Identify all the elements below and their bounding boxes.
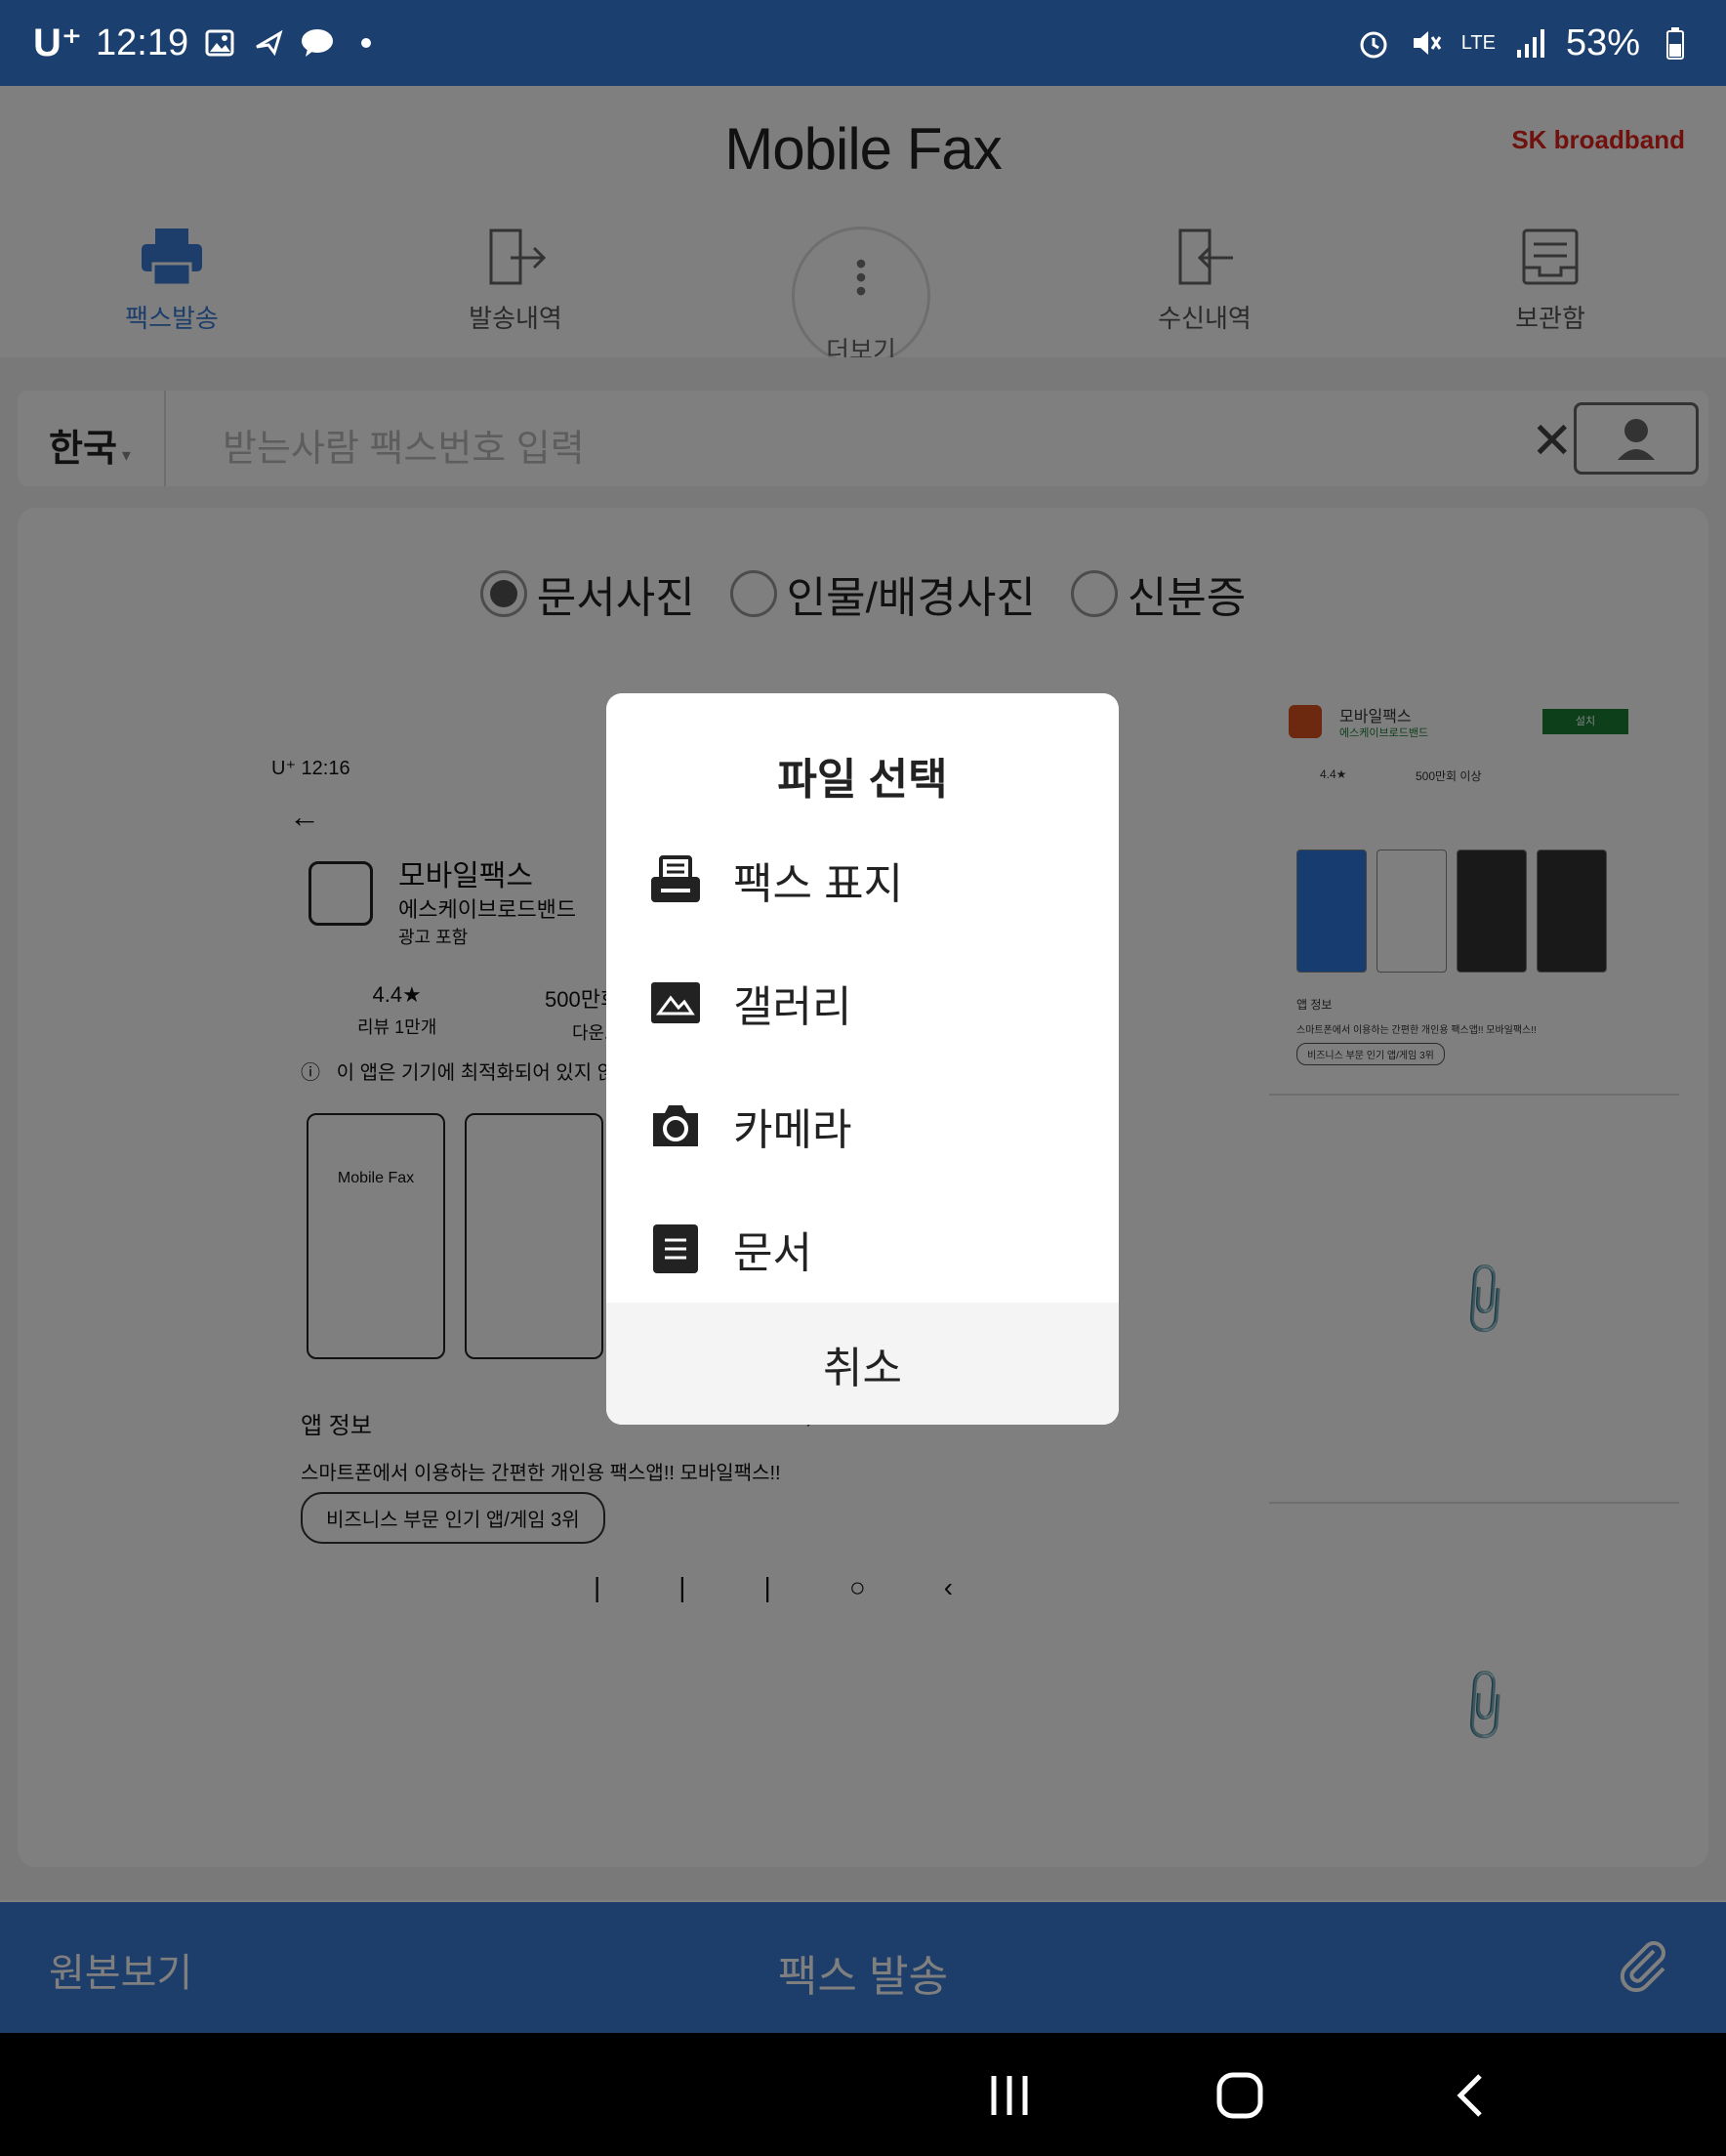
battery-percent: 53% (1565, 21, 1640, 63)
talk-notification-icon (300, 25, 335, 61)
document-icon (649, 1223, 702, 1275)
status-bar: U⁺ 12:19 LTE 53% (0, 0, 1726, 86)
network-type: LTE (1460, 31, 1496, 54)
dialog-title: 파일 선택 (777, 756, 948, 804)
option-label: 팩스 표지 (733, 860, 904, 908)
mute-icon (1409, 25, 1444, 61)
back-icon[interactable] (1449, 2072, 1496, 2124)
clock: 12:19 (96, 21, 189, 63)
cancel-button[interactable]: 취소 (606, 1303, 1119, 1425)
alarm-icon (1356, 25, 1391, 61)
fax-cover-icon (649, 853, 702, 906)
screen: U⁺ 12:19 LTE 53% 파일 선택 팩스 표지 갤러리 카메라 문서 … (0, 0, 1726, 2156)
signal-icon (1513, 25, 1548, 61)
file-select-dialog: 파일 선택 팩스 표지 갤러리 카메라 문서 취소 (606, 693, 1119, 1425)
gallery-notification-icon (202, 25, 237, 61)
option-label: 문서 (733, 1229, 812, 1277)
home-icon[interactable] (1216, 2072, 1263, 2124)
battery-icon (1658, 25, 1693, 61)
recent-apps-icon[interactable] (986, 2072, 1033, 2124)
system-nav-bar (0, 2033, 1726, 2156)
more-notifications-dot-icon (349, 25, 384, 61)
carrier-label: U⁺ (33, 21, 82, 64)
option-document[interactable]: 문서 (606, 1187, 1119, 1310)
option-gallery[interactable]: 갤러리 (606, 941, 1119, 1064)
airplane-notification-icon (251, 25, 286, 61)
option-fax-cover[interactable]: 팩스 표지 (606, 818, 1119, 941)
option-camera[interactable]: 카메라 (606, 1064, 1119, 1187)
option-label: 카메라 (733, 1106, 852, 1154)
option-label: 갤러리 (733, 983, 852, 1031)
gallery-icon (649, 976, 702, 1029)
camera-icon (649, 1099, 702, 1152)
